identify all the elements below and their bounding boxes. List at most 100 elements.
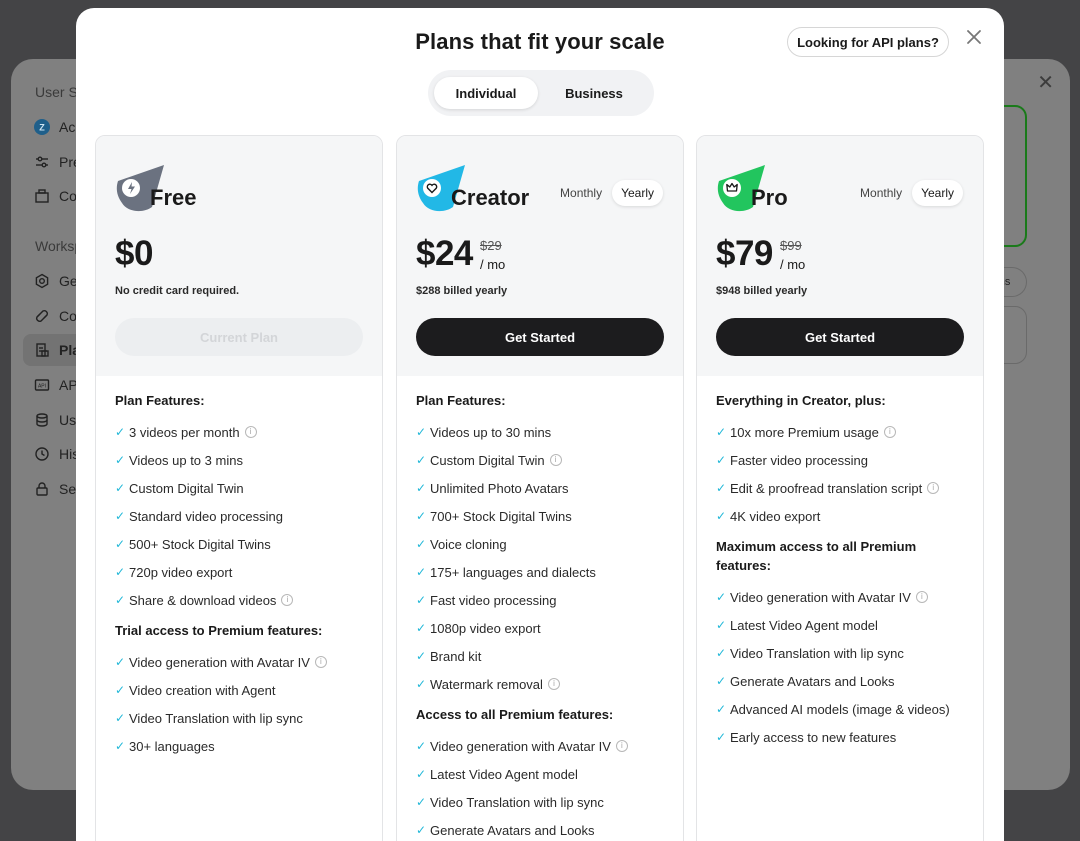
billing-toggle: Monthly Yearly [558, 180, 663, 206]
check-icon: ✓ [716, 481, 727, 495]
plan-price-note: No credit card required. [115, 285, 240, 297]
feature-item: ✓ Share & download videos i [115, 586, 370, 614]
check-icon: ✓ [416, 565, 427, 579]
svg-text:API: API [37, 384, 45, 390]
feature-item: ✓ 700+ Stock Digital Twins [416, 508, 572, 524]
sidebar-item-usage[interactable]: Us [33, 409, 76, 431]
feature-section-heading: Trial access to Premium features: [115, 623, 323, 638]
check-icon: ✓ [416, 481, 427, 495]
check-icon: ✓ [416, 537, 427, 551]
check-icon: ✓ [716, 453, 727, 467]
price-period: / mo [780, 257, 806, 272]
billing-monthly-option[interactable]: Monthly [558, 181, 604, 205]
check-icon: ✓ [416, 509, 427, 523]
plan-card-header: Creator Monthly Yearly $24 $29 / mo $288… [397, 136, 683, 376]
sliders-icon [33, 154, 50, 171]
check-icon: ✓ [416, 677, 427, 691]
feature-item: ✓ Brand kit [416, 648, 482, 664]
sidebar-item-history[interactable]: His [33, 443, 79, 465]
api-plans-button[interactable]: Looking for API plans? [787, 27, 949, 57]
check-icon: ✓ [416, 621, 427, 635]
feature-item: ✓ 30+ languages [115, 738, 215, 754]
check-icon: ✓ [416, 823, 427, 837]
info-icon[interactable]: i [549, 454, 562, 466]
sidebar-item-plans[interactable]: Pla [33, 339, 80, 361]
plan-type-tabs: Individual Business [428, 70, 654, 116]
sidebar-item-connections[interactable]: Co [33, 305, 77, 327]
check-icon: ✓ [416, 453, 427, 467]
check-icon: ✓ [115, 537, 126, 551]
sidebar-item-general[interactable]: Ge [33, 270, 78, 292]
plan-price-note: $948 billed yearly [716, 285, 808, 297]
sidebar-item-account[interactable]: Z Ac [33, 116, 75, 138]
billing-yearly-option[interactable]: Yearly [612, 180, 663, 206]
get-started-button[interactable]: Get Started [416, 318, 664, 356]
info-icon[interactable]: i [615, 740, 628, 752]
feature-item: ✓ 1080p video export [416, 620, 541, 636]
feature-item: ✓ 10x more Premium usage i [716, 418, 971, 446]
feature-item: ✓ Generate Avatars and Looks [716, 673, 895, 689]
tab-business[interactable]: Business [542, 77, 646, 109]
check-icon: ✓ [716, 674, 727, 688]
price-period: / mo [480, 257, 506, 272]
check-icon: ✓ [716, 730, 727, 744]
feature-item: ✓ Video creation with Agent [115, 682, 276, 698]
plan-features: Plan Features: ✓ 3 videos per month i ✓ Vid… [115, 391, 370, 760]
old-price: $29 [480, 238, 502, 253]
check-icon: ✓ [716, 702, 727, 716]
feature-item: ✓ Custom Digital Twin i [416, 446, 671, 474]
plan-price: $0 [115, 234, 153, 273]
close-icon[interactable] [963, 26, 985, 48]
info-icon[interactable]: i [314, 656, 327, 668]
check-icon: ✓ [716, 646, 727, 660]
check-icon: ✓ [716, 509, 727, 523]
info-icon[interactable]: i [883, 426, 896, 438]
feature-section-heading: Plan Features: [416, 393, 506, 408]
info-icon[interactable]: i [281, 594, 294, 606]
account-icon: Z [33, 119, 50, 136]
database-icon [33, 412, 50, 429]
feature-item: ✓ Videos up to 30 mins [416, 424, 552, 440]
feature-item: ✓ Video generation with Avatar IV i [416, 732, 671, 760]
feature-item: ✓ Video generation with Avatar IV i [716, 583, 971, 611]
plan-icon [33, 342, 50, 359]
gear-icon [33, 273, 50, 290]
sidebar-item-preferences[interactable]: Pre [33, 151, 81, 173]
check-icon: ✓ [416, 649, 427, 663]
history-icon [33, 446, 50, 463]
get-started-button[interactable]: Get Started [716, 318, 964, 356]
plan-card-header: Pro Monthly Yearly $79 $99 / mo $948 bil… [697, 136, 983, 376]
info-icon[interactable]: i [244, 426, 257, 438]
sidebar-item-api[interactable]: API API [33, 374, 82, 396]
settings-close-icon[interactable]: ✕ [1037, 73, 1054, 93]
info-icon[interactable]: i [927, 482, 940, 494]
check-icon: ✓ [115, 425, 126, 439]
check-icon: ✓ [716, 590, 727, 604]
pricing-modal: Plans that fit your scale Looking for AP… [76, 8, 1004, 841]
plan-price-note: $288 billed yearly [416, 285, 508, 297]
plan-features: Everything in Creator, plus: ✓ 10x more P… [716, 391, 971, 751]
check-icon: ✓ [716, 425, 727, 439]
feature-item: ✓ Generate Avatars and Looks [416, 822, 595, 838]
info-icon[interactable]: i [915, 591, 928, 603]
plan-price: $79 [716, 234, 773, 273]
check-icon: ✓ [115, 739, 126, 753]
feature-item: ✓ Latest Video Agent model [716, 617, 878, 633]
check-icon: ✓ [416, 739, 427, 753]
check-icon: ✓ [115, 509, 126, 523]
check-icon: ✓ [416, 425, 427, 439]
feature-section-heading: Access to all Premium features: [416, 707, 614, 722]
plan-card-creator: Creator Monthly Yearly $24 $29 / mo $288… [396, 135, 684, 841]
sidebar-item-security[interactable]: Se [33, 478, 76, 500]
current-plan-button[interactable]: Current Plan [115, 318, 363, 356]
plan-name: Free [150, 185, 197, 210]
billing-monthly-option[interactable]: Monthly [858, 181, 904, 205]
tab-individual[interactable]: Individual [434, 77, 538, 109]
feature-section-heading: Maximum access to all Premium features: [716, 539, 917, 573]
sidebar-item-content[interactable]: Co [33, 185, 77, 207]
plan-card-pro: Pro Monthly Yearly $79 $99 / mo $948 bil… [696, 135, 984, 841]
feature-section-heading: Plan Features: [115, 393, 205, 408]
billing-toggle: Monthly Yearly [858, 180, 963, 206]
billing-yearly-option[interactable]: Yearly [912, 180, 963, 206]
info-icon[interactable]: i [547, 678, 560, 690]
